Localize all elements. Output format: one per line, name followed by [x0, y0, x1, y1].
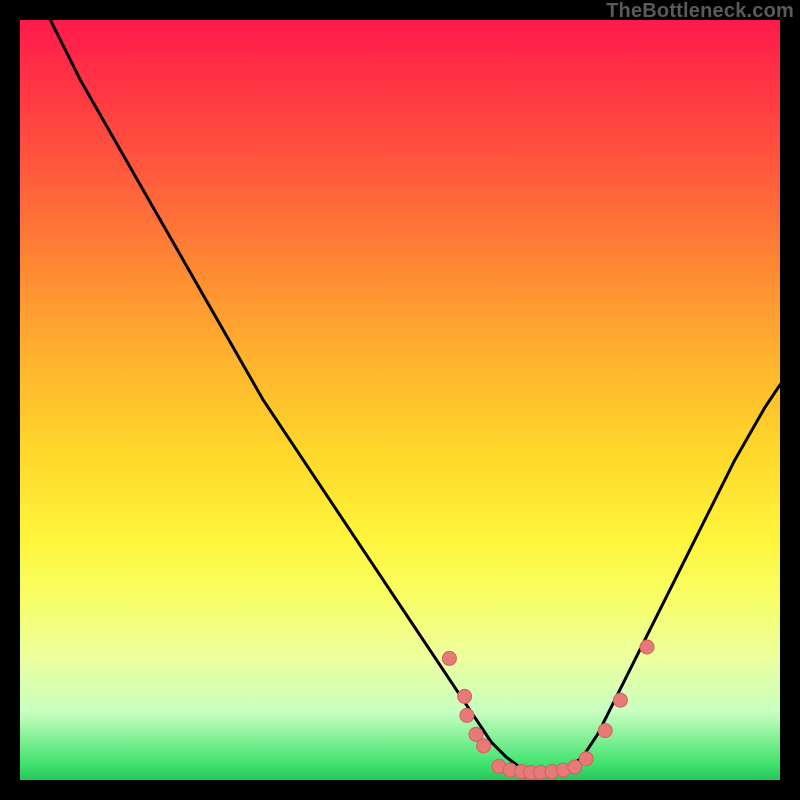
data-marker — [613, 693, 627, 707]
data-marker — [460, 708, 474, 722]
chart-container: TheBottleneck.com — [0, 0, 800, 800]
data-marker — [579, 752, 593, 766]
data-markers — [442, 640, 654, 779]
data-marker — [477, 739, 491, 753]
data-marker — [598, 724, 612, 738]
data-marker — [442, 651, 456, 665]
bottleneck-curve — [20, 20, 780, 772]
data-marker — [640, 640, 654, 654]
chart-svg — [20, 20, 780, 780]
data-marker — [458, 689, 472, 703]
